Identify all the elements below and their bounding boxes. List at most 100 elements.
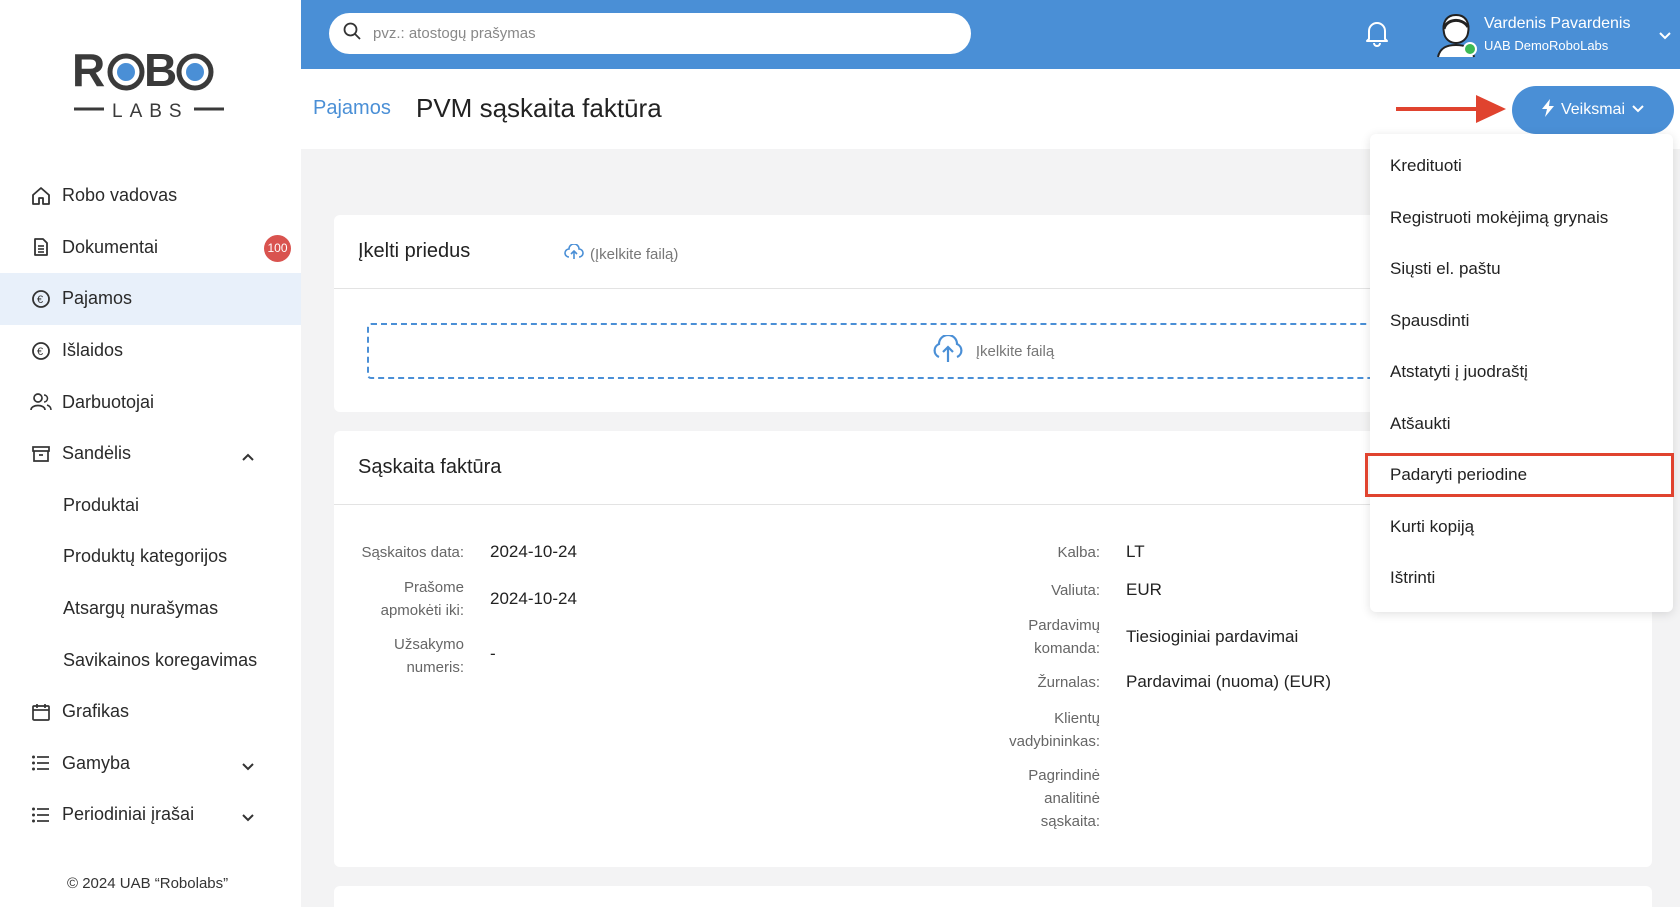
chevron-up-icon[interactable]: [241, 446, 255, 467]
sidebar-item-darbuotojai[interactable]: Darbuotojai: [0, 376, 301, 428]
users-icon: [30, 391, 52, 413]
sales-team-value[interactable]: Tiesioginiai pardavimai: [1126, 627, 1298, 647]
top-bar: Vardenis Pavardenis UAB DemoRoboLabs: [301, 0, 1680, 69]
user-name[interactable]: Vardenis Pavardenis: [1484, 15, 1630, 33]
menu-item-istrinti[interactable]: Ištrinti: [1370, 556, 1673, 600]
main-nav: Robo vadovas Dokumentai 100 € Pajamos € …: [0, 170, 301, 841]
sidebar-item-robo-vadovas[interactable]: Robo vadovas: [0, 170, 301, 222]
cloud-upload-icon: [564, 243, 584, 264]
sidebar-item-label: Savikainos koregavimas: [63, 649, 258, 670]
svg-text:€: €: [37, 294, 43, 306]
order-number-value[interactable]: -: [490, 644, 496, 664]
actions-dropdown-menu: Kredituoti Registruoti mokėjimą grynais …: [1365, 134, 1674, 612]
next-card: [334, 886, 1652, 907]
sidebar-item-periodiniai-irasai[interactable]: Periodiniai įrašai: [0, 789, 301, 841]
sidebar-item-gamyba[interactable]: Gamyba: [0, 738, 301, 790]
sidebar-item-atsargu-nurasymas[interactable]: Atsargų nurašymas: [0, 583, 301, 635]
sidebar-item-label: Periodiniai įrašai: [62, 804, 195, 825]
page-title: PVM sąskaita faktūra: [416, 93, 662, 123]
lightning-icon: [1541, 98, 1555, 122]
svg-text:LABS: LABS: [112, 101, 189, 122]
svg-text:B: B: [144, 44, 177, 96]
chevron-down-icon[interactable]: [1658, 28, 1672, 46]
currency-value[interactable]: EUR: [1126, 580, 1162, 600]
actions-button-label: Veiksmai: [1560, 101, 1626, 118]
list-icon: [30, 804, 52, 826]
sidebar-item-label: Sandėlis: [62, 443, 132, 464]
label-line: komanda:: [1034, 640, 1100, 657]
menu-item-atstatyti-i-juodrasti[interactable]: Atstatyti į juodraštį: [1370, 350, 1673, 394]
menu-item-siusti-el-pastu[interactable]: Siųsti el. paštu: [1370, 247, 1673, 291]
menu-item-spausdinti[interactable]: Spausdinti: [1370, 299, 1673, 343]
robolabs-logo[interactable]: R B LABS: [72, 44, 228, 124]
journal-label: Žurnalas:: [1037, 674, 1100, 691]
bell-icon[interactable]: [1364, 19, 1390, 52]
home-icon: [30, 185, 52, 207]
documents-count-badge: 100: [264, 234, 291, 262]
copyright: © 2024 UAB “Robolabs”: [67, 875, 229, 892]
sidebar-item-label: Darbuotojai: [62, 391, 155, 412]
sidebar-item-savikainos-koregavimas[interactable]: Savikainos koregavimas: [0, 634, 301, 686]
sidebar-item-islaidos[interactable]: € Išlaidos: [0, 325, 301, 377]
sidebar-item-label: Produktai: [63, 494, 140, 515]
order-number-label: Užsakymo numeris:: [394, 633, 464, 679]
attachments-title: Įkelti priedus: [358, 240, 471, 262]
search-bar[interactable]: [329, 13, 971, 54]
red-arrow-annotation: [1396, 91, 1508, 132]
invoice-title: Sąskaita faktūra: [358, 456, 502, 478]
language-label: Kalba:: [1057, 544, 1100, 561]
dropzone-label: Įkelkite failą: [975, 342, 1055, 360]
sidebar-item-grafikas[interactable]: Grafikas: [0, 686, 301, 738]
chevron-down-icon[interactable]: [241, 756, 255, 777]
menu-item-registruoti-mokejima[interactable]: Registruoti mokėjimą grynais: [1370, 196, 1673, 240]
sidebar-item-pajamos[interactable]: € Pajamos: [0, 273, 301, 325]
sidebar-item-label: Dokumentai: [62, 236, 159, 257]
label-line: Klientų: [1054, 710, 1100, 727]
sidebar-item-sandelis[interactable]: Sandėlis: [0, 428, 301, 480]
upload-link-label: (Įkelkite failą): [590, 245, 679, 263]
label-line: Pagrindinė: [1028, 767, 1100, 784]
cloud-upload-icon: [930, 333, 966, 367]
label-line: numeris:: [406, 659, 464, 676]
menu-item-padaryti-periodine[interactable]: Padaryti periodine: [1365, 453, 1674, 497]
sales-team-label: Pardavimų komanda:: [1028, 614, 1100, 660]
menu-item-kredituoti[interactable]: Kredituoti: [1370, 144, 1673, 188]
language-value[interactable]: LT: [1126, 542, 1145, 562]
account-manager-label: Klientų vadybininkas:: [1009, 707, 1100, 753]
sidebar-item-produktai[interactable]: Produktai: [0, 480, 301, 532]
document-icon: [30, 236, 52, 258]
label-line: analitinė: [1044, 790, 1100, 807]
user-company: UAB DemoRoboLabs: [1484, 38, 1609, 53]
label-line: Pardavimų: [1028, 617, 1100, 634]
search-input[interactable]: [373, 25, 933, 42]
euro-income-icon: €: [30, 288, 52, 310]
sidebar-item-label: Pajamos: [62, 288, 133, 309]
chevron-down-icon[interactable]: [241, 807, 255, 828]
avatar[interactable]: [1432, 9, 1480, 59]
menu-item-atsaukti[interactable]: Atšaukti: [1370, 402, 1673, 446]
sidebar-item-label: Grafikas: [62, 701, 130, 722]
currency-label: Valiuta:: [1051, 582, 1100, 599]
actions-button[interactable]: Veiksmai: [1512, 86, 1674, 134]
archive-box-icon: [30, 443, 52, 465]
label-line: apmokėti iki:: [380, 602, 464, 619]
sidebar-item-label: Išlaidos: [62, 340, 124, 361]
invoice-date-value[interactable]: 2024-10-24: [490, 542, 577, 562]
label-line: Užsakymo: [393, 636, 464, 653]
breadcrumb-pajamos[interactable]: Pajamos: [313, 97, 391, 120]
sidebar-item-produktu-kategorijos[interactable]: Produktų kategorijos: [0, 531, 301, 583]
due-date-label: Prašome apmokėti iki:: [381, 576, 464, 622]
menu-item-kurti-kopija[interactable]: Kurti kopiją: [1370, 505, 1673, 549]
sidebar: R B LABS Robo vadovas Dokumentai 100 € P…: [0, 0, 301, 907]
sidebar-item-label: Atsargų nurašymas: [63, 598, 219, 619]
main-analytic-account-label: Pagrindinė analitinė sąskaita:: [1028, 764, 1100, 833]
label-line: Prašome: [403, 579, 464, 596]
due-date-value[interactable]: 2024-10-24: [490, 589, 577, 609]
journal-value[interactable]: Pardavimai (nuoma) (EUR): [1126, 672, 1331, 692]
invoice-date-label: Sąskaitos data:: [361, 544, 464, 561]
upload-file-link[interactable]: (Įkelkite failą): [564, 243, 679, 264]
search-icon: [343, 22, 361, 45]
svg-text:R: R: [72, 44, 105, 96]
list-icon: [30, 752, 52, 774]
sidebar-item-dokumentai[interactable]: Dokumentai 100: [0, 222, 301, 274]
